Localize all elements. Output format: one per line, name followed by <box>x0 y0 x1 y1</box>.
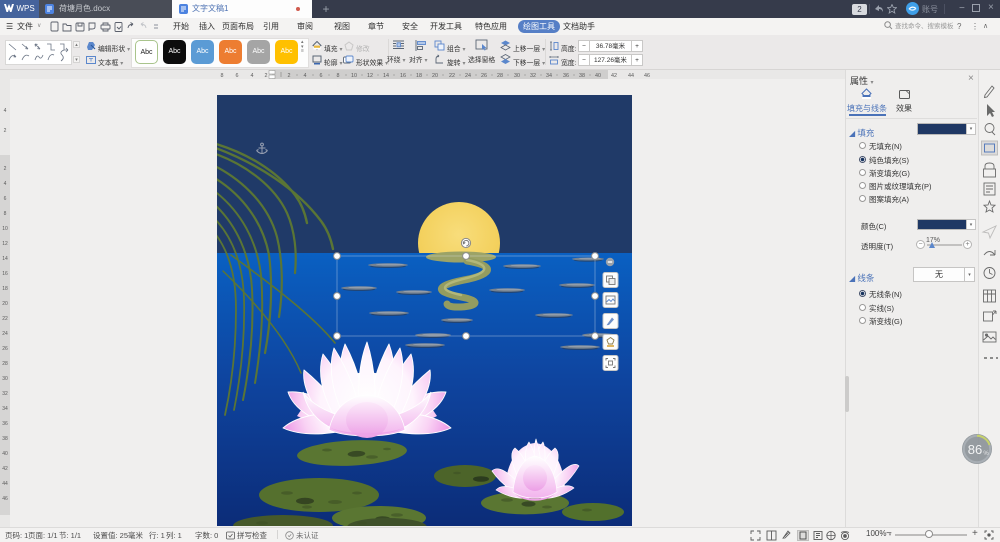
svg-text:32: 32 <box>2 391 8 397</box>
svg-text:40: 40 <box>2 451 8 457</box>
svg-text:2: 2 <box>4 128 7 134</box>
svg-text:6: 6 <box>4 196 7 202</box>
svg-text:28: 28 <box>2 361 8 367</box>
svg-text:18: 18 <box>2 286 8 292</box>
svg-text:42: 42 <box>2 466 8 472</box>
svg-text:24: 24 <box>2 331 8 337</box>
svg-text:36: 36 <box>2 421 8 427</box>
svg-text:26: 26 <box>2 346 8 352</box>
svg-text:2: 2 <box>4 166 7 172</box>
svg-text:4: 4 <box>4 108 7 114</box>
svg-text:38: 38 <box>2 436 8 442</box>
svg-text:12: 12 <box>2 241 8 247</box>
svg-text:44: 44 <box>2 481 8 487</box>
svg-text:22: 22 <box>2 316 8 322</box>
svg-text:%: % <box>983 451 989 457</box>
svg-text:34: 34 <box>2 406 8 412</box>
svg-text:30: 30 <box>2 376 8 382</box>
svg-text:14: 14 <box>2 256 8 262</box>
svg-text:8: 8 <box>4 211 7 217</box>
svg-text:10: 10 <box>2 226 8 232</box>
svg-text:86: 86 <box>968 442 982 457</box>
svg-text:16: 16 <box>2 271 8 277</box>
svg-text:4: 4 <box>4 181 7 187</box>
svg-text:46: 46 <box>2 496 8 502</box>
svg-text:20: 20 <box>2 301 8 307</box>
